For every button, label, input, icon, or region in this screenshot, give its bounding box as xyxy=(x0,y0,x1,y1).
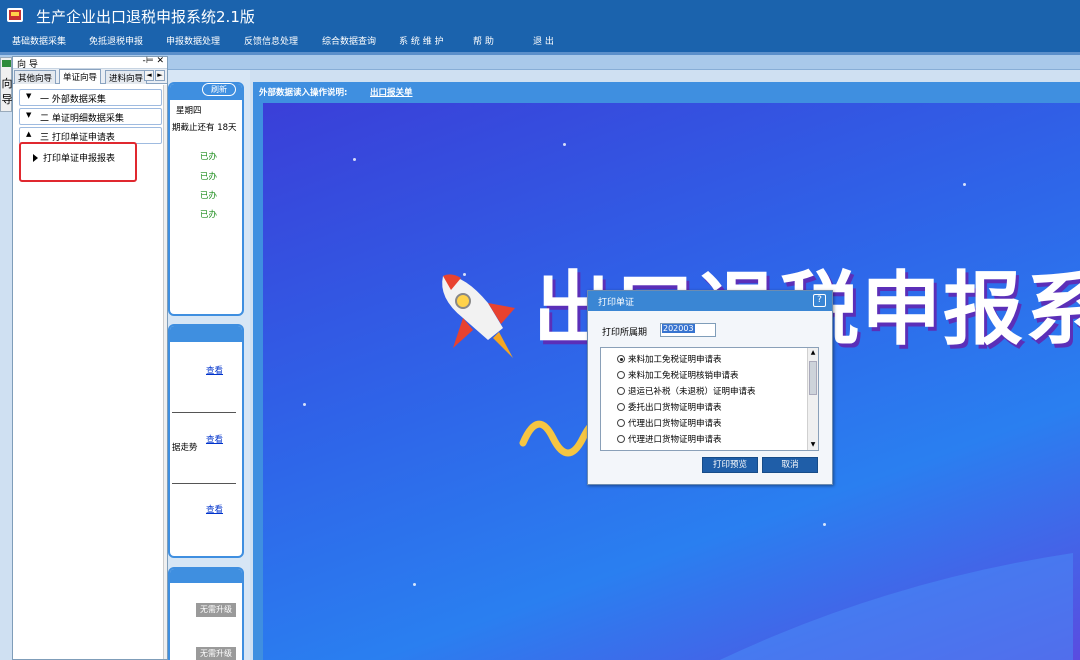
rocket-icon xyxy=(442,274,515,358)
content-header: 外部数据读入操作说明: 出口报关单 xyxy=(253,82,1080,100)
tree-item-label: 二 单证明细数据采集 xyxy=(40,114,124,124)
tree-item-label: 一 外部数据采集 xyxy=(40,95,106,105)
play-arrow-icon xyxy=(33,154,38,162)
status-done: 已办 xyxy=(200,191,218,201)
menu-help[interactable]: 帮 助 xyxy=(473,34,494,47)
divider xyxy=(172,412,236,413)
star-icon xyxy=(303,403,306,406)
status-done: 已办 xyxy=(200,172,218,182)
dialog-title-bar: 打印单证 ? xyxy=(588,291,832,311)
radio-icon xyxy=(617,419,625,427)
guide-header: 向 导 -⊨ ✕ xyxy=(13,56,167,70)
menu-tax-declare[interactable]: 免抵退税申报 xyxy=(89,34,143,47)
title-bar: 生产企业出口退税申报系统2.1版 xyxy=(0,0,1080,32)
menu-exit[interactable]: 退 出 xyxy=(533,34,554,47)
tab-scroll-right-icon[interactable]: ► xyxy=(155,70,165,81)
app-title: 生产企业出口退税申报系统2.1版 xyxy=(36,8,255,26)
star-icon xyxy=(823,523,826,526)
menu-basic-data[interactable]: 基础数据采集 xyxy=(12,34,66,47)
divider xyxy=(172,483,236,484)
star-icon xyxy=(353,158,356,161)
star-icon xyxy=(963,183,966,186)
option-label: 退运已补税（未退税）证明申请表 xyxy=(628,387,756,397)
period-input[interactable]: 202003 xyxy=(660,323,716,337)
guide-tabs: 其他向导 单证向导 进料向导 ◄ ► xyxy=(13,69,167,84)
period-label: 打印所属期 xyxy=(602,328,648,338)
app-logo-icon xyxy=(7,8,23,22)
status-done: 已办 xyxy=(200,152,218,162)
option-label: 委托出口货物证明申请表 xyxy=(628,403,722,413)
tree-item-detail-data[interactable]: ▼ 二 单证明细数据采集 xyxy=(19,108,162,125)
guide-pin-close-icon[interactable]: -⊨ ✕ xyxy=(143,56,165,66)
decorative-wave-icon xyxy=(719,553,1073,660)
option-label: 来料加工免税证明核销申请表 xyxy=(628,371,739,381)
content-head-link[interactable]: 出口报关单 xyxy=(370,86,413,98)
tab-other-guide[interactable]: 其他向导 xyxy=(14,70,57,84)
content-head-label: 外部数据读入操作说明: xyxy=(259,88,348,98)
card-header xyxy=(170,326,242,342)
weekday-text: 星期四 xyxy=(176,106,202,116)
tab-document-guide[interactable]: 单证向导 xyxy=(59,69,102,84)
scroll-thumb[interactable] xyxy=(809,361,817,395)
radio-icon xyxy=(617,403,625,411)
tree-child-print-report[interactable]: 打印单证申报报表 xyxy=(43,151,115,164)
tree-item-external-data[interactable]: ▼ 一 外部数据采集 xyxy=(19,89,162,106)
tab-scroll-left-icon[interactable]: ◄ xyxy=(144,70,154,81)
scroll-down-icon[interactable]: ▼ xyxy=(809,441,817,449)
option-label: 代理进口货物证明申请表 xyxy=(628,435,722,445)
menu-maintenance[interactable]: 系 统 维 护 xyxy=(399,34,444,47)
upgrade-status-badge: 无需升级 xyxy=(196,647,236,660)
menu-bar: 基础数据采集 免抵退税申报 申报数据处理 反馈信息处理 综合数据查询 系 统 维… xyxy=(0,32,1080,52)
radio-selected-icon xyxy=(617,355,625,363)
print-preview-button[interactable]: 打印预览 xyxy=(702,457,758,473)
highlight-box: 打印单证申报报表 xyxy=(19,142,137,182)
radio-icon xyxy=(617,435,625,443)
radio-icon xyxy=(617,387,625,395)
view-link[interactable]: 查看 xyxy=(206,433,223,445)
menu-data-process[interactable]: 申报数据处理 xyxy=(166,34,220,47)
listbox-scrollbar[interactable]: ▲ ▼ xyxy=(807,348,818,450)
refresh-button[interactable]: 刷新 xyxy=(202,83,236,96)
menu-feedback[interactable]: 反馈信息处理 xyxy=(244,34,298,47)
period-value: 202003 xyxy=(662,324,695,333)
chevron-down-icon: ▼ xyxy=(26,111,32,119)
guide-side-tab[interactable]: 向 导 xyxy=(0,57,13,112)
form-type-listbox: 来料加工免税证明申请表 来料加工免税证明核销申请表 退运已补税（未退税）证明申请… xyxy=(600,347,819,451)
status-done: 已办 xyxy=(200,210,218,220)
tab-import-guide[interactable]: 进料向导 xyxy=(105,70,148,84)
guide-panel: 向 导 -⊨ ✕ 其他向导 单证向导 进料向导 ◄ ► ▼ 一 外部数据采集 ▼… xyxy=(12,56,168,660)
chevron-up-icon: ▲ xyxy=(26,130,32,138)
scroll-up-icon[interactable]: ▲ xyxy=(809,349,817,357)
pin-icon xyxy=(2,60,11,67)
print-dialog: 打印单证 ? 打印所属期 202003 来料加工免税证明申请表 来料加工免税证明… xyxy=(587,290,833,485)
radio-icon xyxy=(617,371,625,379)
star-icon xyxy=(413,583,416,586)
view-link[interactable]: 查看 xyxy=(206,503,223,515)
chevron-down-icon: ▼ xyxy=(26,92,32,100)
trend-text: 据走势 xyxy=(172,443,198,453)
star-icon xyxy=(563,143,566,146)
option-label: 代理出口货物证明申请表 xyxy=(628,419,722,429)
option-label: 来料加工免税证明申请表 xyxy=(628,355,722,365)
dialog-title: 打印单证 xyxy=(598,298,635,308)
help-icon[interactable]: ? xyxy=(813,294,826,307)
cancel-button[interactable]: 取消 xyxy=(762,457,818,473)
menu-query[interactable]: 综合数据查询 xyxy=(322,34,376,47)
card-header xyxy=(170,569,242,583)
deadline-text: 期截止还有 18天 xyxy=(172,123,237,133)
guide-scrollbar[interactable] xyxy=(163,85,167,659)
view-link[interactable]: 查看 xyxy=(206,364,223,376)
upgrade-status-badge: 无需升级 xyxy=(196,603,236,617)
